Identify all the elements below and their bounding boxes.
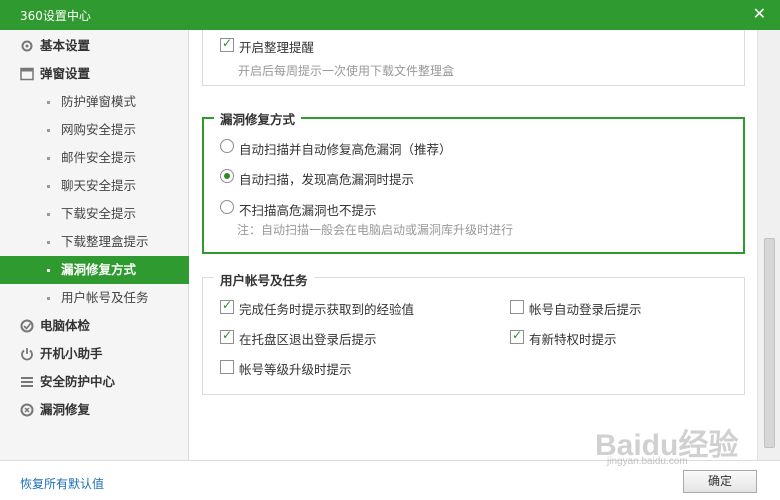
bullet-icon [47,213,50,216]
sidebar-item-label: 下载安全提示 [61,206,137,221]
level-up-label: 帐号等级升级时提示 [239,362,352,377]
bullet-icon [47,269,50,272]
tray-logout-label: 在托盘区退出登录后提示 [239,332,377,347]
gear-icon [21,40,33,52]
enable-organize-reminder-label: 开启整理提醒 [239,40,315,55]
sidebar-item-security-center[interactable]: 安全防护中心 [0,368,189,396]
repair-icon [20,403,34,417]
task-exp-label: 完成任务时提示获取到的经验值 [239,302,415,317]
watermark-url: jingyan.baidu.com [607,456,688,467]
sidebar-item-label: 下载整理盒提示 [61,234,149,249]
sidebar-item-vuln-repair-mode[interactable]: 漏洞修复方式 [0,256,189,284]
sidebar-item-popup-settings[interactable]: 弹窗设置 [0,60,189,88]
sidebar-item-account-tasks[interactable]: 用户帐号及任务 [0,284,189,312]
level-up-checkbox[interactable] [220,360,234,374]
sidebar-item-label: 用户帐号及任务 [61,290,149,305]
window-icon [20,67,34,81]
ok-button[interactable]: 确定 [683,470,757,493]
close-icon[interactable]: ✕ [753,4,766,23]
settings-content: 开启整理提醒 开启后每周提示一次使用下载文件整理盒 漏洞修复方式 自动扫描并自动… [190,30,757,460]
account-tasks-legend: 用户帐号及任务 [214,270,314,289]
sidebar-item-label: 安全防护中心 [40,374,116,389]
bullet-icon [47,157,50,160]
sidebar-item-download-safety[interactable]: 下载安全提示 [0,200,189,228]
sidebar-item-label: 防护弹窗模式 [61,94,137,109]
sidebar-item-chat-safety[interactable]: 聊天安全提示 [0,172,189,200]
vuln-option-auto-fix-radio[interactable] [220,139,234,153]
tray-logout-checkbox[interactable] [220,328,234,344]
sidebar-item-label: 电脑体检 [40,318,91,333]
vuln-repair-legend: 漏洞修复方式 [214,109,302,128]
auto-login-notify-checkbox[interactable] [510,300,524,314]
vuln-repair-note: 注：自动扫描一般会在电脑启动或漏洞库升级时进行 [237,223,514,237]
task-exp-checkbox[interactable] [220,298,234,314]
sidebar: 基本设置 弹窗设置 防护弹窗模式 网购安全提示 邮件安全提示 聊天安全提示 下载… [0,30,189,460]
auto-login-notify-label: 帐号自动登录后提示 [529,302,642,317]
vuln-option-scan-notify-radio[interactable] [220,169,234,183]
bullet-icon [47,297,50,300]
scrollbar-thumb[interactable] [764,238,775,448]
sidebar-item-pc-checkup[interactable]: 电脑体检 [0,312,189,340]
power-icon [21,348,33,361]
sidebar-item-protection-popup-mode[interactable]: 防护弹窗模式 [0,88,189,116]
bullet-icon [47,129,50,132]
sidebar-item-vuln-repair[interactable]: 漏洞修复 [0,396,189,424]
bullet-icon [47,101,50,104]
sidebar-item-label: 网购安全提示 [61,122,137,137]
sidebar-item-label: 基本设置 [40,38,91,53]
new-privilege-checkbox[interactable] [510,328,524,344]
download-box-note: 开启后每周提示一次使用下载文件整理盒 [238,64,455,78]
scrollbar[interactable] [757,30,780,460]
shield-grid-icon [21,377,33,387]
vuln-option-no-scan-label: 不扫描高危漏洞也不提示 [239,203,377,218]
sidebar-item-shopping-safety[interactable]: 网购安全提示 [0,116,189,144]
sidebar-item-label: 聊天安全提示 [61,178,137,193]
sidebar-item-label: 邮件安全提示 [61,150,137,165]
restore-defaults-link[interactable]: 恢复所有默认值 [20,475,104,492]
sidebar-item-boot-assistant[interactable]: 开机小助手 [0,340,189,368]
title-bar: 360设置中心 ✕ [0,0,780,30]
sidebar-item-label: 漏洞修复方式 [61,262,137,277]
sidebar-item-basic-settings[interactable]: 基本设置 [0,32,189,60]
vuln-option-auto-fix-label: 自动扫描并自动修复高危漏洞（推荐） [239,142,452,157]
sidebar-item-download-box[interactable]: 下载整理盒提示 [0,228,189,256]
checkup-icon [20,319,34,333]
sidebar-item-label: 漏洞修复 [40,402,91,417]
bullet-icon [47,185,50,188]
sidebar-item-mail-safety[interactable]: 邮件安全提示 [0,144,189,172]
new-privilege-label: 有新特权时提示 [529,332,617,347]
enable-organize-reminder-checkbox[interactable] [220,36,234,52]
vuln-option-scan-notify-label: 自动扫描，发现高危漏洞时提示 [239,172,415,187]
vuln-option-no-scan-radio[interactable] [220,200,234,214]
sidebar-item-label: 弹窗设置 [40,66,91,81]
bullet-icon [47,241,50,244]
sidebar-item-label: 开机小助手 [40,346,103,361]
window-title: 360设置中心 [20,9,91,23]
